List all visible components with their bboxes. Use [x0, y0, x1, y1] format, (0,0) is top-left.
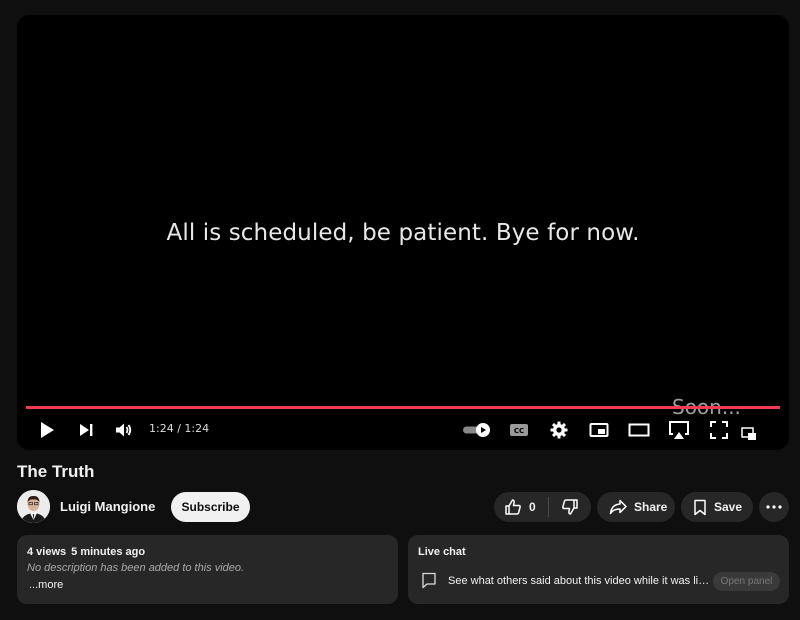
skip-next-icon	[80, 424, 93, 436]
video-caption-text: All is scheduled, be patient. Bye for no…	[166, 220, 640, 246]
channel-avatar[interactable]	[17, 490, 50, 523]
settings-button[interactable]	[547, 415, 571, 445]
channel-name[interactable]: Luigi Mangione	[60, 499, 155, 514]
like-button[interactable]: 0	[494, 492, 548, 522]
airplay-icon	[669, 421, 689, 439]
show-more-link[interactable]: ...more	[29, 579, 63, 591]
miniplayer-icon	[589, 423, 609, 437]
volume-icon	[116, 423, 132, 437]
share-button[interactable]: Share	[597, 492, 675, 522]
subtitles-button[interactable]: CC	[507, 415, 531, 445]
subscribe-button[interactable]: Subscribe	[171, 492, 250, 522]
miniplayer-button[interactable]	[587, 415, 611, 445]
dislike-button[interactable]	[549, 492, 591, 522]
airplay-button[interactable]	[667, 415, 691, 445]
save-label: Save	[714, 500, 743, 514]
upload-age: 5 minutes ago	[71, 546, 146, 558]
avatar-image	[17, 490, 50, 523]
more-actions-button[interactable]	[759, 492, 789, 522]
live-chat-title: Live chat	[418, 546, 466, 558]
next-button[interactable]	[74, 415, 98, 445]
description-meta: 4 views 5 minutes ago	[27, 546, 388, 558]
more-horizontal-icon	[766, 505, 782, 509]
autoplay-toggle[interactable]	[461, 415, 493, 445]
like-count: 0	[529, 500, 536, 514]
thumbs-up-icon	[505, 499, 521, 515]
play-icon	[41, 422, 54, 438]
share-icon	[609, 499, 627, 515]
fullscreen-icon	[710, 421, 728, 439]
autoplay-toggle-icon	[463, 423, 490, 437]
fullscreen-button[interactable]	[707, 415, 731, 445]
progress-bar-fill	[26, 406, 780, 409]
cc-label: CC	[514, 427, 524, 435]
cast-button[interactable]	[739, 423, 759, 445]
thumbs-down-icon	[562, 499, 578, 515]
save-button[interactable]: Save	[681, 492, 753, 522]
closed-captions-icon: CC	[510, 424, 528, 436]
gear-icon	[550, 421, 568, 439]
cast-icon	[741, 427, 756, 440]
video-player[interactable]: All is scheduled, be patient. Bye for no…	[17, 15, 789, 450]
open-panel-button[interactable]: Open panel	[713, 572, 780, 591]
player-controls: 1:24 / 1:24 CC	[17, 413, 789, 447]
bookmark-icon	[694, 499, 706, 515]
like-dislike-group: 0	[494, 492, 591, 522]
description-card[interactable]: 4 views 5 minutes ago No description has …	[17, 535, 398, 604]
progress-bar[interactable]	[26, 406, 780, 409]
description-text: No description has been added to this vi…	[27, 562, 245, 574]
play-button[interactable]	[35, 415, 59, 445]
video-title: The Truth	[17, 462, 95, 481]
live-chat-card: Live chat See what others said about thi…	[408, 535, 789, 604]
time-display: 1:24 / 1:24	[149, 422, 210, 435]
theater-mode-icon	[628, 423, 650, 437]
theater-mode-button[interactable]	[627, 415, 651, 445]
volume-button[interactable]	[112, 415, 136, 445]
chat-bubble-icon	[422, 572, 436, 589]
live-chat-text: See what others said about this video wh…	[448, 575, 711, 587]
share-label: Share	[634, 500, 668, 514]
view-count: 4 views	[27, 546, 67, 558]
